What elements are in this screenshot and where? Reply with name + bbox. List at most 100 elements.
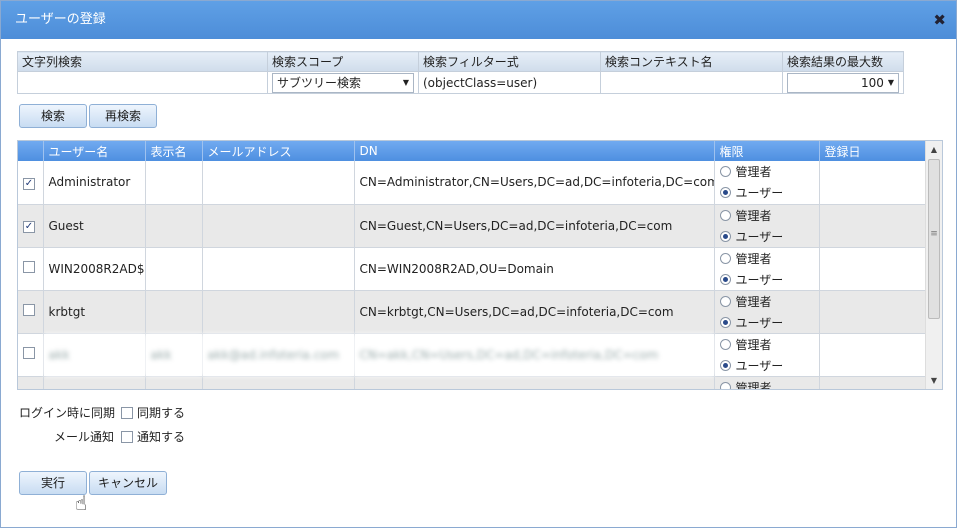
dialog-title: ユーザーの登録 [15, 12, 106, 27]
vertical-scrollbar[interactable]: ▲ ≡ ▼ [925, 141, 942, 389]
col-username[interactable]: ユーザー名 [43, 141, 146, 161]
cell-email [202, 290, 355, 334]
scroll-up-icon[interactable]: ▲ [926, 141, 942, 158]
cell-registered-date [819, 333, 926, 377]
radio-user[interactable] [719, 316, 731, 328]
header-search-filter: 検索フィルター式 [418, 51, 601, 72]
role-user-label: ユーザー [735, 229, 784, 244]
dialog-titlebar[interactable]: ユーザーの登録 ✖ [1, 1, 956, 39]
max-results-select[interactable]: 100 ▼ [787, 72, 899, 93]
row-checkbox[interactable] [23, 347, 35, 359]
cell-username: Guest [43, 204, 146, 248]
col-registered-date[interactable]: 登録日 [819, 141, 926, 161]
header-max-results: 検索結果の最大数 [782, 51, 904, 72]
scroll-down-icon[interactable]: ▼ [926, 372, 942, 389]
cell-registered-date [819, 376, 926, 389]
cell-display-name [145, 161, 203, 205]
user-registration-dialog: ユーザーの登録 ✖ 文字列検索 検索スコープ 検索フィルター式 検索コンテキスト… [0, 0, 957, 528]
context-input[interactable] [600, 71, 783, 94]
row-checkbox[interactable] [23, 304, 35, 316]
cell-dn: CN=WIN2008R2AD,OU=Domain [354, 247, 715, 291]
sync-option[interactable]: 同期する [121, 404, 185, 421]
table-row[interactable]: WIN2008R2AD$ CN=WIN2008R2AD,OU=Domain 管理… [18, 247, 926, 291]
cell-role: 管理者 ユーザー [714, 247, 820, 291]
max-results-value: 100 [860, 75, 884, 90]
scrollbar-thumb[interactable] [928, 159, 940, 319]
radio-user[interactable] [719, 230, 731, 242]
cell-registered-date [819, 161, 926, 205]
radio-admin[interactable] [719, 295, 731, 307]
role-admin-option[interactable]: 管理者 [719, 291, 814, 312]
radio-user[interactable] [719, 273, 731, 285]
close-icon[interactable]: ✖ [933, 1, 946, 39]
role-admin-label: 管理者 [735, 294, 772, 309]
role-admin-label: 管理者 [735, 337, 772, 352]
role-admin-option[interactable]: 管理者 [719, 377, 814, 389]
results-table: ユーザー名 表示名 メールアドレス DN 権限 登録日 ✓ Administra… [18, 141, 926, 389]
cell-email [202, 376, 355, 389]
cell-registered-date [819, 290, 926, 334]
header-string-search: 文字列検索 [17, 51, 268, 72]
sync-checkbox[interactable] [121, 406, 133, 419]
table-row[interactable]: akk akk akk@ad.infoteria.com CN=akk,CN=U… [18, 333, 926, 377]
radio-admin[interactable] [719, 338, 731, 350]
results-grid: ユーザー名 表示名 メールアドレス DN 権限 登録日 ✓ Administra… [17, 140, 943, 390]
role-user-option[interactable]: ユーザー [719, 226, 814, 247]
table-row[interactable]: 管理者 [18, 376, 926, 389]
cell-dn: CN=Guest,CN=Users,DC=ad,DC=infoteria,DC=… [354, 204, 715, 248]
role-user-label: ユーザー [735, 358, 784, 373]
role-user-option[interactable]: ユーザー [719, 269, 814, 290]
cell-username [43, 376, 146, 389]
cell-role: 管理者 ユーザー [714, 290, 820, 334]
role-user-option[interactable]: ユーザー [719, 312, 814, 333]
role-admin-option[interactable]: 管理者 [719, 248, 814, 269]
role-admin-label: 管理者 [735, 251, 772, 266]
radio-admin[interactable] [719, 252, 731, 264]
search-form: 文字列検索 検索スコープ 検索フィルター式 検索コンテキスト名 検索結果の最大数… [17, 51, 904, 94]
cell-display-name [145, 247, 203, 291]
radio-user[interactable] [719, 187, 731, 199]
notify-option[interactable]: 通知する [121, 428, 185, 445]
table-row[interactable]: krbtgt CN=krbtgt,CN=Users,DC=ad,DC=infot… [18, 290, 926, 334]
role-admin-label: 管理者 [735, 208, 772, 223]
role-admin-option[interactable]: 管理者 [719, 161, 814, 182]
radio-user[interactable] [719, 359, 731, 371]
row-checkbox[interactable]: ✓ [23, 221, 35, 233]
mail-notify-label: メール通知 [54, 430, 115, 444]
role-user-label: ユーザー [735, 272, 784, 287]
radio-admin[interactable] [719, 166, 731, 178]
filter-input[interactable]: (objectClass=user) [418, 71, 601, 94]
col-dn[interactable]: DN [354, 141, 715, 161]
col-email[interactable]: メールアドレス [202, 141, 355, 161]
research-button[interactable]: 再検索 [89, 104, 157, 128]
role-user-option[interactable]: ユーザー [719, 355, 814, 376]
cancel-button[interactable]: キャンセル [89, 471, 167, 495]
string-search-input[interactable] [17, 71, 268, 94]
sync-checkbox-label: 同期する [137, 406, 186, 420]
cell-username: krbtgt [43, 290, 146, 334]
scope-select[interactable]: サブツリー検索 ▼ [272, 72, 414, 93]
cell-username: Administrator [43, 161, 146, 205]
cell-display-name: akk [145, 333, 203, 377]
role-admin-option[interactable]: 管理者 [719, 205, 814, 226]
row-checkbox[interactable]: ✓ [23, 177, 35, 190]
search-button[interactable]: 検索 [19, 104, 87, 128]
header-search-scope: 検索スコープ [267, 51, 419, 72]
scope-select-value: サブツリー検索 [277, 76, 362, 90]
col-display-name[interactable]: 表示名 [145, 141, 203, 161]
radio-admin[interactable] [719, 381, 731, 389]
cell-dn: CN=krbtgt,CN=Users,DC=ad,DC=infoteria,DC… [354, 290, 715, 334]
row-checkbox[interactable] [23, 261, 35, 273]
role-user-option[interactable]: ユーザー [719, 182, 814, 203]
cell-role: 管理者 ユーザー [714, 204, 820, 248]
notify-checkbox[interactable] [121, 430, 133, 443]
table-row[interactable]: ✓ Administrator CN=Administrator,CN=User… [18, 161, 926, 205]
role-admin-option[interactable]: 管理者 [719, 334, 814, 355]
cell-email [202, 204, 355, 248]
radio-admin[interactable] [719, 209, 731, 221]
table-row[interactable]: ✓ Guest CN=Guest,CN=Users,DC=ad,DC=infot… [18, 204, 926, 248]
col-role[interactable]: 権限 [714, 141, 820, 161]
cell-email [202, 161, 355, 205]
cell-dn [354, 376, 715, 389]
cell-role: 管理者 ユーザー [714, 161, 820, 205]
